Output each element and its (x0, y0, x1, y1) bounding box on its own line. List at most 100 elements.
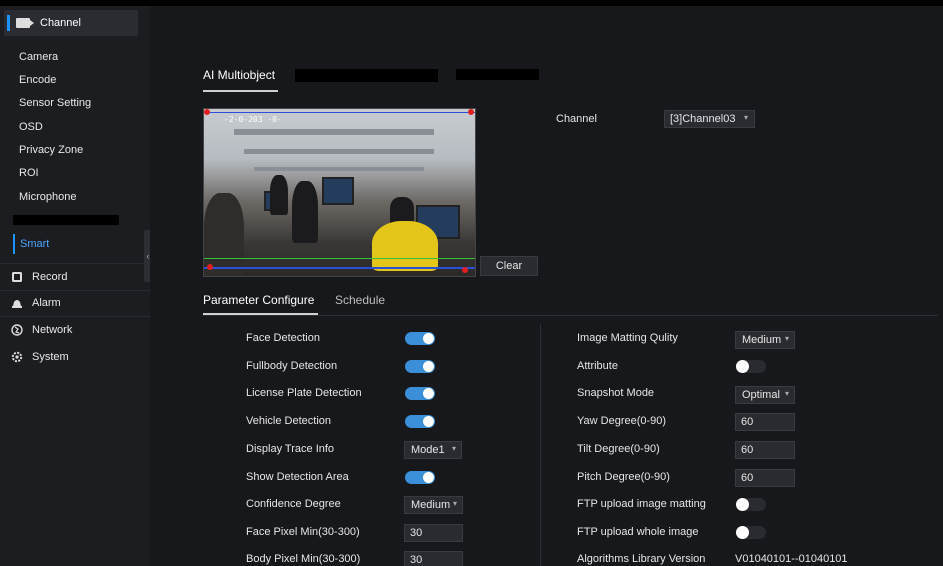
sidebar-item-privacy-zone[interactable]: Privacy Zone (19, 144, 83, 156)
tilt-degree-label: Tilt Degree(0-90) (577, 443, 660, 455)
fullbody-detection-toggle[interactable] (405, 360, 435, 373)
tab-schedule[interactable]: Schedule (335, 293, 385, 307)
sidebar-item-alarm[interactable]: Alarm (11, 294, 61, 312)
redacted-tab (295, 69, 438, 82)
scene-monitor (322, 177, 354, 205)
sidebar-item-microphone[interactable]: Microphone (19, 191, 76, 203)
sidebar-item-network[interactable]: Network (11, 321, 72, 339)
active-tab-underline (203, 90, 278, 92)
divider (0, 316, 150, 317)
detection-line (204, 258, 475, 259)
pitch-degree-label: Pitch Degree(0-90) (577, 471, 670, 483)
detection-line (204, 112, 475, 113)
camera-icon (16, 18, 34, 28)
area-corner-handle[interactable] (204, 109, 210, 115)
sidebar-item-record[interactable]: Record (11, 268, 67, 286)
area-corner-handle[interactable] (462, 267, 468, 273)
select-value: Optimal (742, 389, 780, 401)
record-icon (12, 272, 22, 282)
chevron-down-icon: ▾ (784, 389, 789, 398)
yaw-degree-input[interactable]: 60 (735, 413, 795, 431)
face-detection-toggle[interactable] (405, 332, 435, 345)
license-plate-detection-toggle[interactable] (405, 387, 435, 400)
sidebar-item-label: Alarm (32, 297, 61, 309)
active-indicator (13, 234, 15, 254)
body-pixel-min-input[interactable]: 30 (404, 551, 463, 566)
globe-icon (11, 324, 23, 336)
sidebar-item-camera[interactable]: Camera (19, 51, 58, 63)
gear-icon (11, 351, 23, 363)
image-matting-quality-label: Image Matting Qulity (577, 332, 678, 344)
scene-person (270, 175, 288, 215)
tab-parameter-configure[interactable]: Parameter Configure (203, 293, 314, 307)
snapshot-mode-label: Snapshot Mode (577, 387, 655, 399)
sidebar: Channel Camera Encode Sensor Setting OSD… (0, 6, 150, 566)
sidebar-item-label: System (32, 351, 69, 363)
face-detection-label: Face Detection (246, 332, 320, 344)
sidebar-item-smart[interactable]: Smart (13, 234, 49, 254)
pitch-degree-input[interactable]: 60 (735, 469, 795, 487)
sidebar-item-osd[interactable]: OSD (19, 121, 43, 133)
yaw-degree-label: Yaw Degree(0-90) (577, 415, 667, 427)
show-detection-area-toggle[interactable] (405, 471, 435, 484)
video-preview[interactable]: -2-0-203 -0- (203, 108, 476, 277)
select-value: Mode1 (411, 444, 445, 456)
chevron-down-icon: ▾ (743, 113, 748, 122)
chevron-down-icon: ▾ (452, 499, 457, 508)
sidebar-item-roi[interactable]: ROI (19, 167, 39, 179)
algorithms-library-version-label: Algorithms Library Version (577, 553, 706, 565)
sidebar-item-label: Record (32, 271, 68, 283)
confidence-degree-select[interactable]: Medium ▾ (404, 496, 463, 514)
image-matting-quality-select[interactable]: Medium ▾ (735, 331, 795, 349)
sidebar-item-system[interactable]: System (11, 348, 69, 366)
license-plate-detection-label: License Plate Detection (246, 387, 362, 399)
tilt-degree-input[interactable]: 60 (735, 441, 795, 459)
algorithms-library-version-value: V01040101--01040101 (735, 553, 848, 565)
face-pixel-min-input[interactable]: 30 (404, 524, 463, 542)
channel-select[interactable]: [3]Channel03 ▾ (664, 110, 755, 128)
show-detection-area-label: Show Detection Area (246, 471, 349, 483)
divider (203, 315, 938, 316)
alarm-icon (12, 300, 22, 308)
tab-ai-multiobject[interactable]: AI Multiobject (203, 68, 275, 82)
fullbody-detection-label: Fullbody Detection (246, 360, 338, 372)
video-timestamp: -2-0-203 -0- (224, 115, 282, 124)
scene-person (292, 181, 318, 243)
display-trace-info-select[interactable]: Mode1 ▾ (404, 441, 462, 459)
divider (540, 324, 541, 566)
ftp-upload-image-matting-toggle[interactable] (736, 498, 766, 511)
area-corner-handle[interactable] (468, 109, 474, 115)
vehicle-detection-label: Vehicle Detection (246, 415, 331, 427)
sidebar-item-label: Network (32, 324, 73, 336)
scene-person (372, 221, 438, 271)
clear-button[interactable]: Clear (480, 256, 538, 276)
face-pixel-min-label: Face Pixel Min(30-300) (246, 526, 360, 538)
vehicle-detection-toggle[interactable] (405, 415, 435, 428)
redacted-tab (456, 69, 539, 80)
sidebar-item-label: Channel (40, 17, 81, 29)
main-content: AI Multiobject -2-0-203 -0- Clear Channe… (150, 6, 943, 566)
divider (0, 290, 150, 291)
scene-shelf (234, 129, 434, 135)
confidence-degree-label: Confidence Degree (246, 498, 341, 510)
active-indicator (7, 15, 10, 31)
select-value: Medium (411, 499, 451, 511)
channel-select-value: [3]Channel03 (670, 113, 736, 125)
snapshot-mode-select[interactable]: Optimal ▾ (735, 386, 795, 404)
attribute-label: Attribute (577, 360, 618, 372)
detection-line (204, 267, 475, 269)
sidebar-item-encode[interactable]: Encode (19, 74, 56, 86)
select-value: Medium (742, 334, 782, 346)
scene-shelf (244, 149, 434, 154)
attribute-toggle[interactable] (736, 360, 766, 373)
display-trace-info-label: Display Trace Info (246, 443, 335, 455)
channel-label: Channel (556, 113, 597, 125)
body-pixel-min-label: Body Pixel Min(30-300) (246, 553, 361, 565)
sidebar-item-label: Smart (20, 238, 50, 250)
chevron-down-icon: ▾ (784, 334, 789, 343)
sidebar-item-channel[interactable]: Channel (4, 10, 138, 36)
ftp-upload-whole-image-toggle[interactable] (736, 526, 766, 539)
sidebar-item-sensor-setting[interactable]: Sensor Setting (19, 97, 91, 109)
scene-shelf (254, 167, 424, 171)
area-corner-handle[interactable] (207, 264, 213, 270)
